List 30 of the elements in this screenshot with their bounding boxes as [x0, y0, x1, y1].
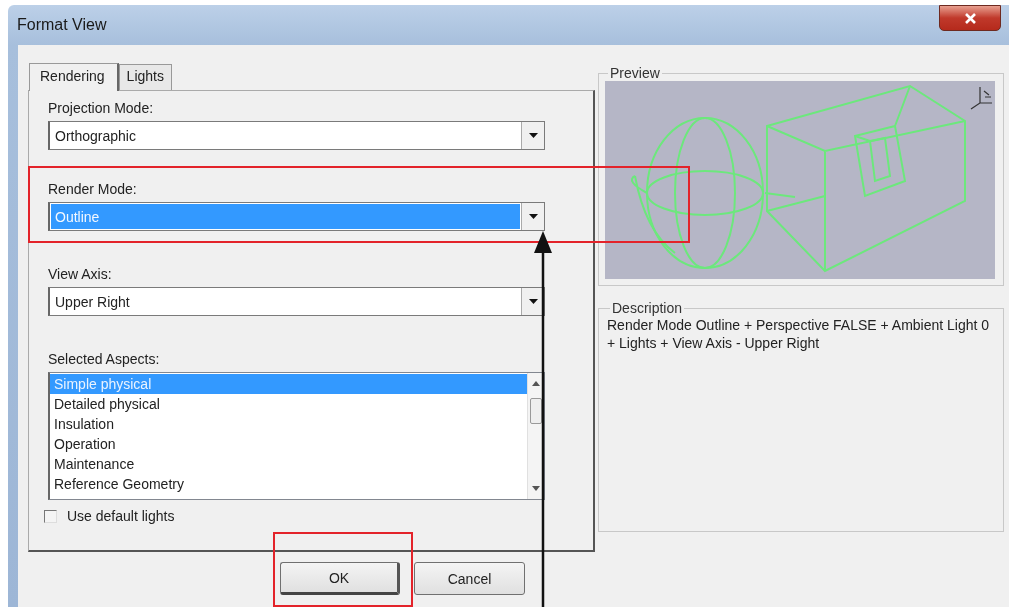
tab[interactable]: Rendering — [29, 63, 119, 91]
scroll-up-icon[interactable] — [532, 381, 540, 386]
group-title: Preview — [609, 65, 661, 81]
field-label: Projection Mode: — [48, 100, 154, 116]
dropdown[interactable]: Orthographic — [48, 121, 545, 150]
axes-icon — [970, 86, 993, 110]
checkbox[interactable] — [44, 509, 57, 523]
scroll-down-icon[interactable] — [532, 486, 540, 491]
list-item[interactable]: Detailed physical — [50, 394, 527, 414]
checkbox-label: Use default lights — [67, 508, 175, 524]
close-button[interactable] — [939, 5, 1001, 31]
field-label: Selected Aspects: — [48, 351, 160, 367]
caret-icon — [528, 133, 538, 138]
description-text: Render Mode Outline + Perspective FALSE + Ambient Light 0 + Lights + View Axis - Upper Right — [607, 316, 991, 352]
dropdown[interactable]: Upper Right — [48, 287, 545, 316]
list-item[interactable]: Maintenance — [50, 454, 527, 474]
list-item[interactable]: Insulation — [50, 414, 527, 434]
tab[interactable]: Lights — [118, 64, 172, 90]
group-title: Description — [611, 300, 684, 316]
list-item[interactable]: Operation — [50, 434, 527, 454]
caret-icon — [528, 299, 538, 304]
ok-button[interactable]: OK — [280, 562, 400, 595]
caret-icon — [528, 214, 538, 219]
list-item[interactable]: Reference Geometry — [50, 474, 527, 494]
scroll-thumb[interactable] — [530, 398, 542, 424]
cancel-button[interactable]: Cancel — [414, 562, 525, 595]
field-label: Render Mode: — [48, 181, 137, 197]
field-label: View Axis: — [48, 266, 112, 282]
window-title: Format View — [17, 16, 107, 34]
close-icon — [964, 12, 976, 24]
